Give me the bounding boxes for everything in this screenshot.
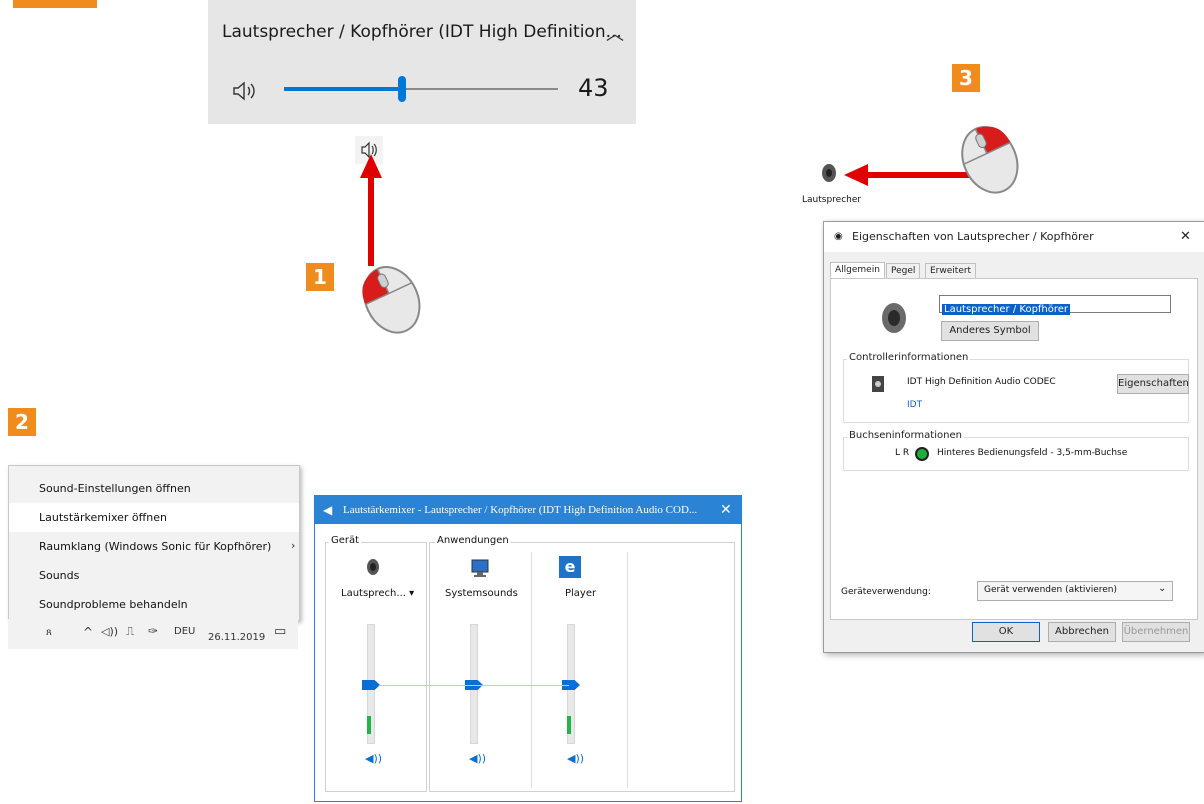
menu-item-volume-mixer[interactable]: Lautstärkemixer öffnen (9, 503, 299, 532)
column-divider (531, 552, 532, 788)
device-peak-meter (367, 716, 371, 734)
ok-button[interactable]: OK (972, 622, 1040, 642)
mouse-icon (346, 258, 436, 342)
slider-link-line (379, 685, 569, 686)
step-badge-3: 3 (952, 64, 980, 92)
menu-item-sounds[interactable]: Sounds (9, 561, 299, 590)
step-badge-2: 2 (8, 408, 36, 436)
step-badge-1: 1 (306, 263, 334, 291)
speaker-device-icon[interactable] (365, 558, 381, 580)
change-icon-button[interactable]: Anderes Symbol (941, 321, 1039, 341)
speaker-large-icon (879, 301, 909, 339)
notification-icon[interactable]: ▭ (274, 624, 286, 639)
device-mute-icon[interactable]: ◀)) (365, 752, 382, 765)
close-icon[interactable]: ✕ (720, 496, 732, 524)
menu-item-spatial-sound[interactable]: Raumklang (Windows Sonic für Kopfhörer) (9, 532, 299, 561)
taskbar: ጸ ^ ◁)) ⎍ ✑ DEU 26.11.2019 ▭ (8, 619, 298, 649)
device-group-label: Gerät (329, 535, 362, 546)
close-icon[interactable]: ✕ (1180, 222, 1191, 252)
properties-titlebar: ◉ Eigenschaften von Lautsprecher / Kopfh… (824, 222, 1204, 252)
controller-info-label: Controllerinformationen (847, 352, 971, 363)
player-label[interactable]: Player (565, 588, 596, 599)
properties-title: Eigenschaften von Lautsprecher / Kopfhör… (852, 230, 1094, 243)
controller-vendor-link[interactable]: IDT (907, 400, 922, 410)
menu-item-troubleshoot[interactable]: Soundprobleme behandeln (9, 590, 299, 619)
chevron-right-icon: › (291, 539, 296, 552)
jack-info-label: Buchseninformationen (847, 430, 964, 441)
volume-fill (284, 87, 402, 91)
pen-icon[interactable]: ✑ (148, 624, 158, 638)
device-channel-label[interactable]: Lautsprech... ▾ (341, 588, 414, 599)
player-app-icon[interactable]: e (559, 556, 581, 578)
red-arrow-up (360, 154, 382, 266)
network-icon[interactable]: ⎍ (126, 624, 134, 639)
cancel-button[interactable]: Abbrechen (1048, 622, 1116, 642)
orange-accent-bar (13, 0, 97, 8)
apps-group-label: Anwendungen (435, 535, 511, 546)
device-name-input[interactable]: Lautsprecher / Kopfhörer (939, 295, 1171, 315)
apply-button[interactable]: Übernehmen (1122, 622, 1190, 642)
controller-properties-button[interactable]: Eigenschaften (1117, 374, 1189, 394)
volume-slider-thumb[interactable] (397, 76, 406, 102)
mixer-titlebar: ◀ Lautstärkemixer - Lautsprecher / Kopfh… (315, 496, 741, 524)
volume-value: 43 (578, 74, 609, 102)
tray-volume-icon[interactable]: ◁)) (101, 625, 118, 638)
volume-flyout: Lautsprecher / Kopfhörer (IDT High Defin… (208, 0, 636, 124)
chevron-down-icon: ⌄ (1158, 583, 1167, 594)
controller-chip-icon (871, 375, 885, 397)
tab-levels[interactable]: Pegel (886, 263, 921, 279)
tab-general[interactable]: Allgemein (830, 262, 885, 278)
chevron-up-icon[interactable]: ^ (83, 625, 93, 639)
system-sounds-icon[interactable] (469, 558, 491, 582)
volume-mixer-window: ◀ Lautstärkemixer - Lautsprecher / Kopfh… (314, 495, 742, 802)
speaker-device-label[interactable]: Lautsprecher (802, 195, 861, 205)
controller-name: IDT High Definition Audio CODEC (907, 377, 1056, 387)
speaker-properties-dialog: ◉ Eigenschaften von Lautsprecher / Kopfh… (823, 221, 1204, 653)
system-sounds-label[interactable]: Systemsounds (445, 588, 518, 599)
speaker-icon: ◀ (323, 503, 333, 517)
mouse-icon (944, 118, 1034, 202)
player-peak-meter (567, 716, 571, 734)
speaker-icon[interactable] (232, 80, 260, 106)
chevron-up-icon[interactable]: ︿ (606, 20, 624, 46)
device-usage-select[interactable]: Gerät verwenden (aktivieren) ⌄ (977, 581, 1173, 601)
column-divider (627, 552, 628, 788)
people-icon[interactable]: ጸ (46, 627, 52, 638)
jack-channels: L R (895, 448, 910, 458)
player-mute-icon[interactable]: ◀)) (567, 752, 584, 765)
general-panel: Lautsprecher / Kopfhörer Anderes Symbol … (830, 278, 1198, 620)
language-indicator[interactable]: DEU (174, 626, 195, 637)
device-title[interactable]: Lautsprecher / Kopfhörer (IDT High Defin… (222, 22, 622, 42)
device-usage-label: Geräteverwendung: (841, 587, 931, 597)
mixer-title: Lautstärkemixer - Lautsprecher / Kopfhör… (343, 504, 698, 516)
speaker-device-icon[interactable] (820, 163, 838, 187)
menu-item-sound-settings[interactable]: Sound-Einstellungen öffnen (9, 474, 299, 503)
system-sounds-mute-icon[interactable]: ◀)) (469, 752, 486, 765)
sound-context-menu: Sound-Einstellungen öffnen Lautstärkemix… (8, 465, 300, 621)
tab-advanced[interactable]: Erweitert (925, 263, 977, 279)
speaker-icon: ◉ (834, 231, 843, 242)
jack-description: Hinteres Bedienungsfeld - 3,5-mm-Buchse (937, 448, 1128, 458)
taskbar-date[interactable]: 26.11.2019 (208, 632, 265, 643)
jack-color-icon (915, 447, 929, 461)
